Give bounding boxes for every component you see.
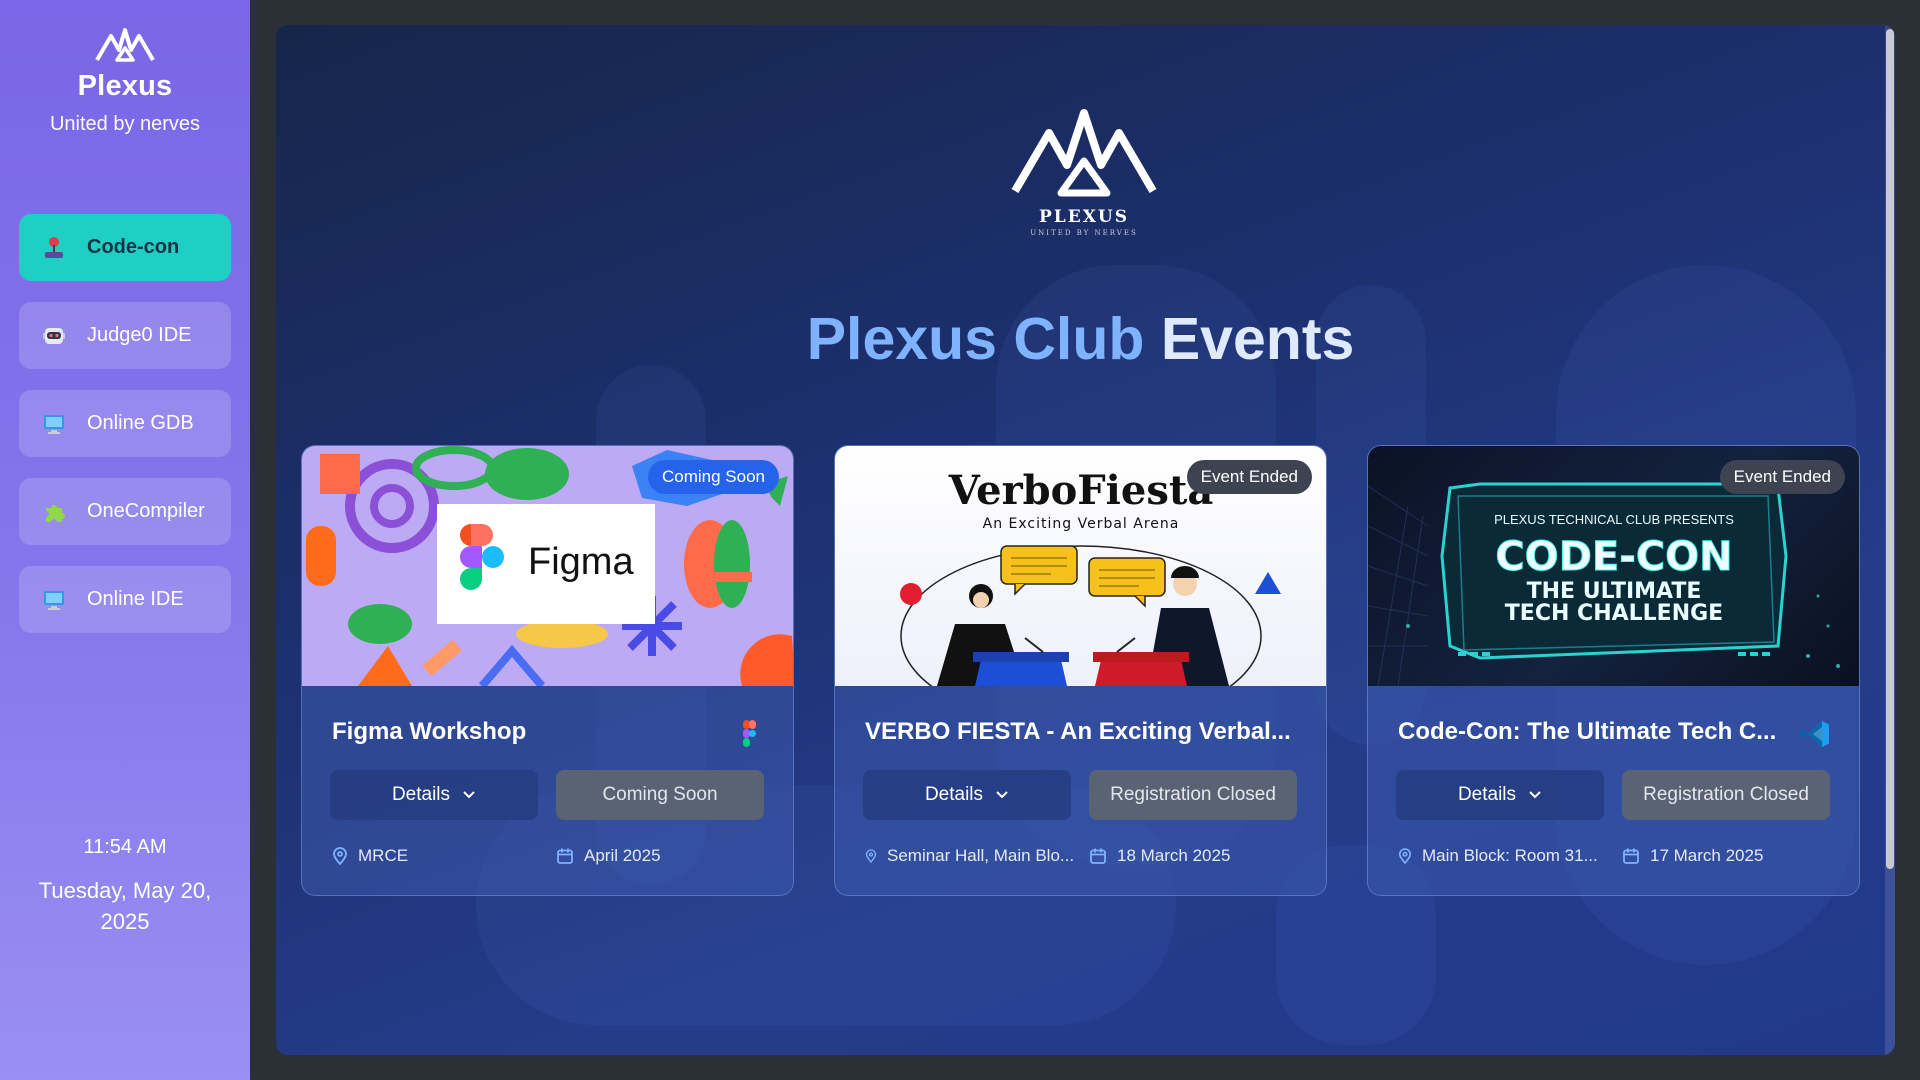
verbofiesta-banner-title: VerboFiesta	[948, 467, 1214, 514]
event-location-text: Seminar Hall, Main Blo...	[887, 846, 1075, 865]
clock-time: 11:54 AM	[83, 836, 167, 858]
status-button[interactable]: Registration Closed	[1622, 770, 1830, 820]
vscode-icon	[1801, 721, 1829, 747]
status-badge: Event Ended	[1719, 460, 1845, 494]
event-title: Figma Workshop	[332, 718, 527, 745]
sidebar-item-label: Online GDB	[87, 412, 194, 434]
hero-logo-name: PLEXUS	[1039, 207, 1129, 227]
event-date: April 2025	[556, 846, 661, 866]
chevron-down-icon	[1528, 790, 1542, 800]
status-badge: Coming Soon	[647, 460, 779, 494]
page-title: Plexus Club Events	[276, 305, 1885, 373]
event-location-text: MRCE	[358, 846, 409, 865]
details-button-label: Details	[1457, 784, 1517, 805]
monitor-icon	[41, 587, 67, 613]
details-button[interactable]: Details	[863, 770, 1071, 820]
event-date-text: 18 March 2025	[1117, 846, 1231, 865]
sidebar-item-label: OneCompiler	[87, 500, 205, 522]
plexus-logo-icon	[1011, 109, 1157, 197]
codecon-banner-subtitle-2: TECH CHALLENGE	[1505, 601, 1723, 626]
main-panel: PLEXUS UNITED BY NERVES Plexus Club Even…	[276, 25, 1895, 1055]
calendar-icon	[1623, 848, 1639, 864]
brand-tagline: United by nerves	[49, 113, 201, 135]
sidebar-item-label: Judge0 IDE	[87, 324, 192, 346]
location-pin-icon	[865, 849, 877, 863]
sidebar-item-label: Code-con	[87, 236, 180, 258]
event-image: Figma Coming Soon	[302, 446, 793, 686]
event-card: VerboFiesta An Exciting Verbal Arena Eve…	[834, 445, 1327, 896]
brand: Plexus United by nerves	[0, 22, 250, 136]
sidebar-item-code-con[interactable]: Code-con	[19, 214, 231, 281]
event-date: 18 March 2025	[1089, 846, 1230, 866]
sidebar-item-judge0-ide[interactable]: Judge0 IDE	[19, 302, 231, 369]
details-button-label: Details	[391, 784, 451, 805]
hero-logo-tagline: UNITED BY NERVES	[1030, 229, 1138, 237]
brand-name: Plexus	[77, 70, 173, 102]
codecon-banner-kicker: PLEXUS TECHNICAL CLUB PRESENTS	[1494, 512, 1734, 527]
event-image: VerboFiesta An Exciting Verbal Arena Eve…	[835, 446, 1326, 686]
event-date-text: 17 March 2025	[1650, 846, 1764, 865]
sidebar: Plexus United by nerves Code-con Judge0 …	[0, 0, 250, 1080]
figma-banner-text: Figma	[528, 541, 634, 583]
scrollbar-thumb[interactable]	[1886, 29, 1894, 869]
event-card: Figma Coming Soon Figma Workshop Details…	[301, 445, 794, 896]
sidebar-item-online-ide[interactable]: Online IDE	[19, 566, 231, 633]
event-card: PLEXUS TECHNICAL CLUB PRESENTS CODE-CON …	[1367, 445, 1860, 896]
location-pin-icon	[1398, 848, 1412, 864]
codecon-banner-title: CODE-CON	[1495, 534, 1732, 580]
sidebar-item-label: Online IDE	[87, 588, 184, 610]
event-title: Code-Con: The Ultimate Tech C...	[1398, 718, 1777, 745]
hero-logo: PLEXUS UNITED BY NERVES	[1004, 103, 1164, 237]
status-badge: Event Ended	[1186, 460, 1312, 494]
clock-date: Tuesday, May 20, 2025	[38, 878, 212, 934]
joystick-icon	[41, 235, 67, 261]
monitor-icon	[41, 411, 67, 437]
event-location: Main Block: Room 31...	[1398, 846, 1598, 866]
sidebar-nav: Code-con Judge0 IDE Online GDB OneCompil…	[19, 214, 231, 654]
sidebar-item-onecompiler[interactable]: OneCompiler	[19, 478, 231, 545]
sidebar-item-online-gdb[interactable]: Online GDB	[19, 390, 231, 457]
plexus-logo-icon	[95, 28, 155, 62]
chevron-down-icon	[995, 790, 1009, 800]
page-title-accent: Plexus Club	[806, 306, 1145, 372]
puzzle-icon	[41, 499, 67, 525]
clock: 11:54 AM Tuesday, May 20, 2025	[0, 836, 250, 937]
event-location-text: Main Block: Room 31...	[1422, 846, 1598, 865]
location-pin-icon	[333, 847, 347, 865]
details-button[interactable]: Details	[1396, 770, 1604, 820]
figma-icon	[743, 720, 756, 747]
robot-icon	[41, 323, 67, 349]
event-image: PLEXUS TECHNICAL CLUB PRESENTS CODE-CON …	[1368, 446, 1859, 686]
page-title-rest: Events	[1160, 306, 1355, 372]
details-button-label: Details	[924, 784, 984, 805]
event-date: 17 March 2025	[1622, 846, 1763, 866]
status-button[interactable]: Coming Soon	[556, 770, 764, 820]
event-title: VERBO FIESTA - An Exciting Verbal...	[865, 718, 1291, 745]
event-location: MRCE	[332, 846, 408, 866]
event-location: Seminar Hall, Main Blo...	[865, 846, 1074, 866]
chevron-down-icon	[462, 790, 476, 800]
status-button[interactable]: Registration Closed	[1089, 770, 1297, 820]
details-button[interactable]: Details	[330, 770, 538, 820]
verbofiesta-banner-subtitle: An Exciting Verbal Arena	[983, 516, 1180, 532]
calendar-icon	[1090, 848, 1106, 864]
event-date-text: April 2025	[584, 846, 661, 865]
calendar-icon	[557, 848, 573, 864]
scrollbar[interactable]	[1885, 25, 1895, 1055]
